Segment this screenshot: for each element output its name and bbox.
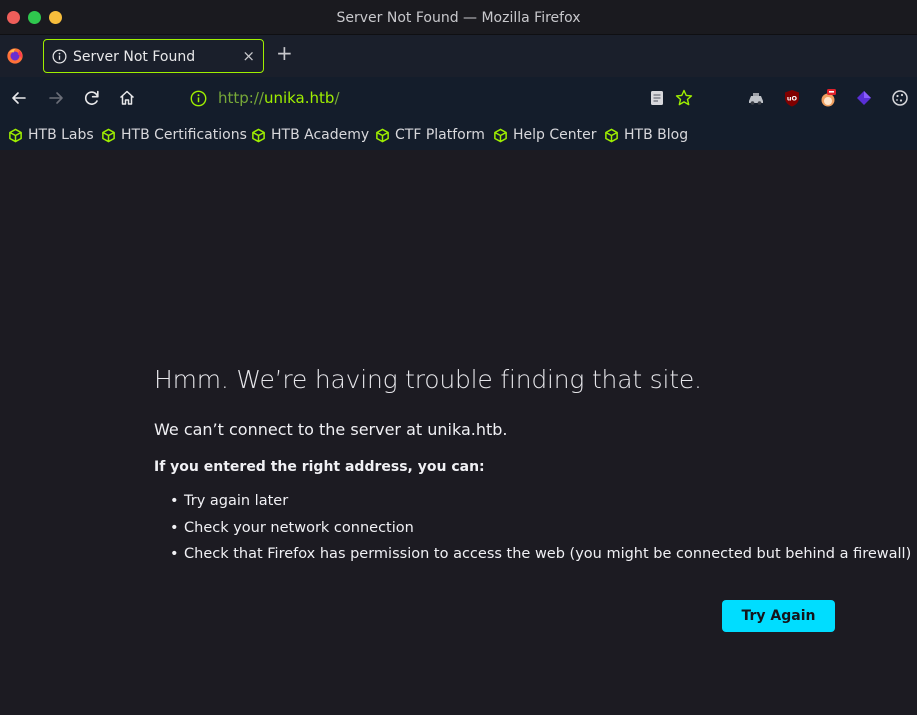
bookmark-htb-certifications[interactable]: HTB Certifications: [101, 125, 247, 145]
suggestion-item: Check that Firefox has permission to acc…: [154, 543, 911, 570]
htb-cube-icon: [494, 128, 507, 142]
new-tab-button[interactable]: +: [276, 43, 293, 63]
htb-cube-icon: [605, 128, 618, 142]
htb-cube-icon: [9, 128, 22, 142]
tab-close-icon[interactable]: ×: [242, 47, 255, 65]
url-input[interactable]: http://unika.htb/: [218, 89, 340, 107]
bookmark-label: HTB Academy: [271, 127, 370, 143]
extension-cookie-icon[interactable]: [890, 88, 910, 108]
url-protocol: http://: [218, 89, 264, 107]
bookmark-ctf-platform[interactable]: CTF Platform: [375, 125, 485, 145]
try-again-button[interactable]: Try Again: [722, 600, 835, 632]
info-icon: [52, 49, 67, 64]
suggestion-item: Check your network connection: [154, 517, 911, 544]
htb-cube-icon: [102, 128, 115, 142]
bookmark-label: CTF Platform: [395, 127, 485, 143]
extension-diamond-icon[interactable]: [854, 88, 874, 108]
bookmark-label: HTB Labs: [28, 127, 94, 143]
reader-view-icon[interactable]: [647, 88, 667, 108]
svg-text:uO: uO: [787, 95, 798, 103]
window-titlebar: Server Not Found — Mozilla Firefox: [0, 0, 917, 35]
error-description: We can’t connect to the server at unika.…: [154, 420, 508, 439]
home-icon[interactable]: [117, 88, 137, 108]
suggestion-list: Try again later Check your network conne…: [154, 490, 911, 570]
extension-foxy-icon[interactable]: [818, 88, 838, 108]
bookmark-help-center[interactable]: Help Center: [493, 125, 597, 145]
firefox-menu-icon[interactable]: [6, 47, 24, 65]
site-info-icon[interactable]: [190, 90, 207, 107]
suggestion-item: Try again later: [154, 490, 911, 517]
tab-strip: Server Not Found × +: [0, 35, 917, 77]
navigation-toolbar: http://unika.htb/ uO: [0, 77, 917, 120]
bookmark-label: HTB Certifications: [121, 127, 247, 143]
bookmark-htb-blog[interactable]: HTB Blog: [604, 125, 688, 145]
forward-icon[interactable]: [46, 88, 66, 108]
reload-icon[interactable]: [82, 88, 102, 108]
extension-car-icon[interactable]: [746, 88, 766, 108]
window-title: Server Not Found — Mozilla Firefox: [336, 10, 581, 26]
tab-server-not-found[interactable]: Server Not Found ×: [43, 39, 264, 73]
bookmark-htb-labs[interactable]: HTB Labs: [8, 125, 94, 145]
page-content: Hmm. We’re having trouble finding that s…: [0, 150, 917, 715]
htb-cube-icon: [376, 128, 389, 142]
bookmark-label: HTB Blog: [624, 127, 689, 143]
htb-cube-icon: [252, 128, 265, 142]
url-host: unika.htb: [263, 89, 335, 107]
ublock-origin-icon[interactable]: uO: [782, 88, 802, 108]
tab-label: Server Not Found: [73, 49, 196, 65]
url-path: /: [334, 89, 340, 107]
back-icon[interactable]: [9, 88, 29, 108]
bookmark-star-icon[interactable]: [674, 88, 694, 108]
bookmark-label: Help Center: [513, 127, 597, 143]
error-title: Hmm. We’re having trouble finding that s…: [154, 365, 702, 394]
suggestion-heading: If you entered the right address, you ca…: [154, 459, 485, 475]
bookmark-htb-academy[interactable]: HTB Academy: [251, 125, 369, 145]
bookmarks-toolbar: HTB Labs HTB Certifications HTB Academy …: [0, 120, 917, 150]
